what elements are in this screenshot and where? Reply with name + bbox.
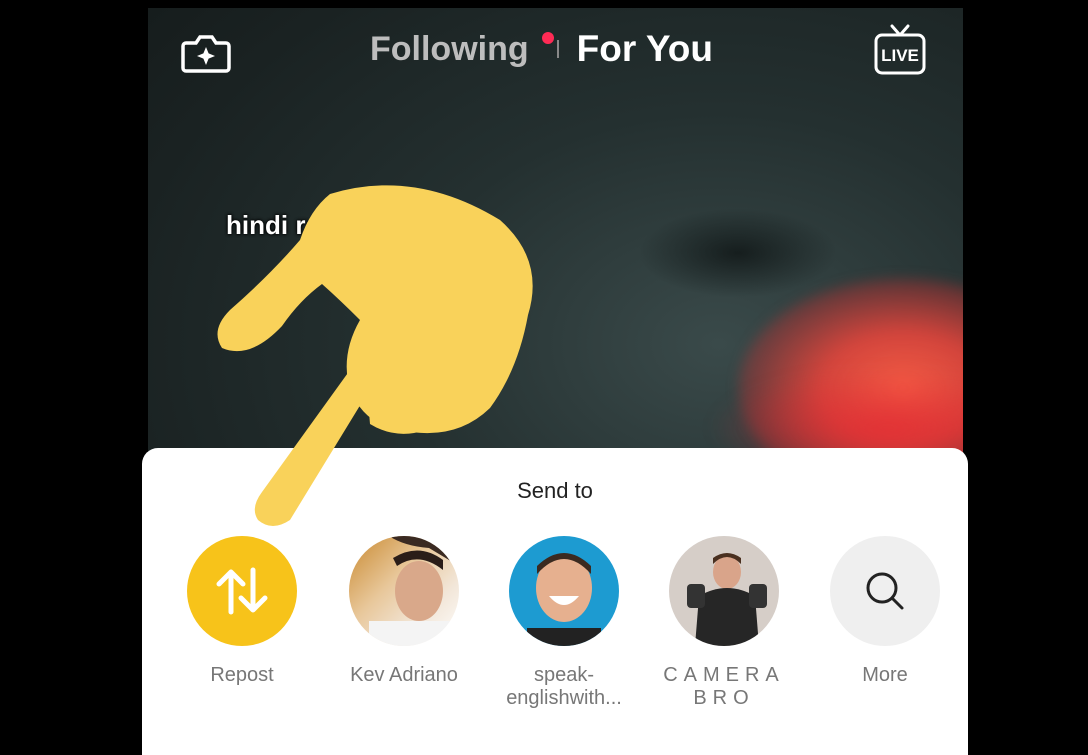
contact-label-line1: CAMERA xyxy=(663,664,785,686)
tab-following[interactable]: Following xyxy=(370,29,554,69)
contact-label-line1: speak- xyxy=(533,664,595,686)
contact-speak-englishwith[interactable]: speak- englishwith... xyxy=(489,536,639,710)
contact-label-line2: BRO xyxy=(693,687,755,709)
live-tv-icon[interactable]: LIVE xyxy=(868,22,932,78)
contact-label-line2: englishwith... xyxy=(506,687,622,709)
feed-tabs: Following For You xyxy=(370,24,713,74)
repost-label: Repost xyxy=(210,664,274,686)
search-icon xyxy=(830,536,940,646)
tab-following-label: Following xyxy=(370,29,529,68)
repost-button[interactable]: Repost xyxy=(167,536,317,687)
contact-label: speak- englishwith... xyxy=(489,664,639,710)
contact-label: Kev Adriano xyxy=(350,664,458,686)
video-shadow xyxy=(638,208,838,298)
more-button[interactable]: More xyxy=(810,536,960,687)
tab-separator xyxy=(556,40,559,58)
camera-plus-icon[interactable] xyxy=(180,33,232,75)
repost-icon xyxy=(187,536,297,646)
contact-camera-bro[interactable]: CAMERA BRO xyxy=(649,536,799,710)
more-label: More xyxy=(862,664,908,686)
pointing-hand-icon xyxy=(200,180,540,530)
live-text: LIVE xyxy=(881,46,919,65)
tab-for-you[interactable]: For You xyxy=(577,28,713,70)
avatar xyxy=(669,536,779,646)
contact-label: CAMERA BRO xyxy=(649,664,799,710)
avatar xyxy=(509,536,619,646)
avatar xyxy=(349,536,459,646)
contact-kev-adriano[interactable]: Kev Adriano xyxy=(329,536,479,687)
notification-dot xyxy=(542,31,554,44)
